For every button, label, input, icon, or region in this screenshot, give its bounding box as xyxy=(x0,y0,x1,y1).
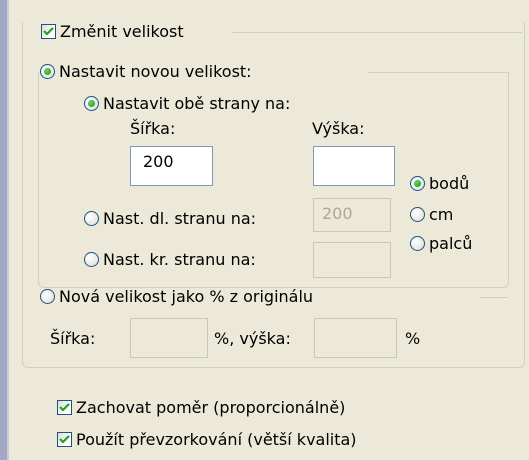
width-label: Šířka: xyxy=(130,119,176,138)
short-side-radio-button[interactable] xyxy=(84,252,99,267)
resize-checkbox-box[interactable] xyxy=(41,24,56,39)
new-size-radio[interactable]: Nastavit novou velikost: xyxy=(40,62,252,81)
unit-radio-cm[interactable]: cm xyxy=(410,205,453,224)
percent-height-label: %, výška: xyxy=(214,329,291,348)
resample-checkbox-label: Použít převzorkování (větší kvalita) xyxy=(76,430,357,449)
unit-radio-inches-button[interactable] xyxy=(410,236,425,251)
new-size-radio-button[interactable] xyxy=(40,64,55,79)
unit-radio-points[interactable]: bodů xyxy=(410,174,469,193)
resize-group-top-line xyxy=(232,32,522,33)
percent-width-input[interactable] xyxy=(130,318,208,358)
unit-radio-inches[interactable]: palců xyxy=(410,234,472,253)
long-side-input[interactable]: 200 xyxy=(313,198,391,232)
resample-checkbox[interactable]: Použít převzorkování (větší kvalita) xyxy=(57,430,357,449)
both-sides-radio-button[interactable] xyxy=(84,96,99,111)
percent-group-top-line xyxy=(480,297,508,298)
width-input[interactable]: 200 xyxy=(130,146,213,186)
keep-ratio-checkbox-label: Zachovat poměr (proporcionálně) xyxy=(76,398,346,417)
new-size-group-top-line xyxy=(368,72,508,73)
new-size-radio-label: Nastavit novou velikost: xyxy=(59,62,252,81)
short-side-radio-label: Nast. kr. stranu na: xyxy=(103,250,256,269)
resize-checkbox[interactable]: Změnit velikost xyxy=(41,22,184,41)
unit-label-points: bodů xyxy=(429,174,470,193)
unit-label-inches: palců xyxy=(429,234,473,253)
percent-height-input[interactable] xyxy=(314,318,397,358)
keep-ratio-checkbox[interactable]: Zachovat poměr (proporcionálně) xyxy=(57,398,345,417)
percent-radio-button[interactable] xyxy=(40,289,55,304)
both-sides-radio-label: Nastavit obě strany na: xyxy=(103,94,291,113)
unit-label-cm: cm xyxy=(429,205,454,224)
unit-radio-cm-button[interactable] xyxy=(410,207,425,222)
keep-ratio-checkbox-box[interactable] xyxy=(57,400,72,415)
short-side-input[interactable] xyxy=(313,242,391,278)
percent-width-label: Šířka: xyxy=(50,329,96,348)
height-input[interactable] xyxy=(313,146,395,186)
resample-checkbox-box[interactable] xyxy=(57,432,72,447)
percent-radio-label: Nová velikost jako % z originálu xyxy=(59,287,314,306)
percent-suffix: % xyxy=(405,329,421,348)
long-side-radio[interactable]: Nast. dl. stranu na: xyxy=(84,209,256,228)
unit-radio-points-button[interactable] xyxy=(410,176,425,191)
percent-radio[interactable]: Nová velikost jako % z originálu xyxy=(40,287,313,306)
height-label: Výška: xyxy=(312,119,365,138)
left-border xyxy=(0,0,7,460)
long-side-radio-button[interactable] xyxy=(84,211,99,226)
left-border-highlight xyxy=(7,0,9,460)
long-side-radio-label: Nast. dl. stranu na: xyxy=(103,209,257,228)
short-side-radio[interactable]: Nast. kr. stranu na: xyxy=(84,250,256,269)
resize-checkbox-label: Změnit velikost xyxy=(60,22,184,41)
both-sides-radio[interactable]: Nastavit obě strany na: xyxy=(84,94,290,113)
